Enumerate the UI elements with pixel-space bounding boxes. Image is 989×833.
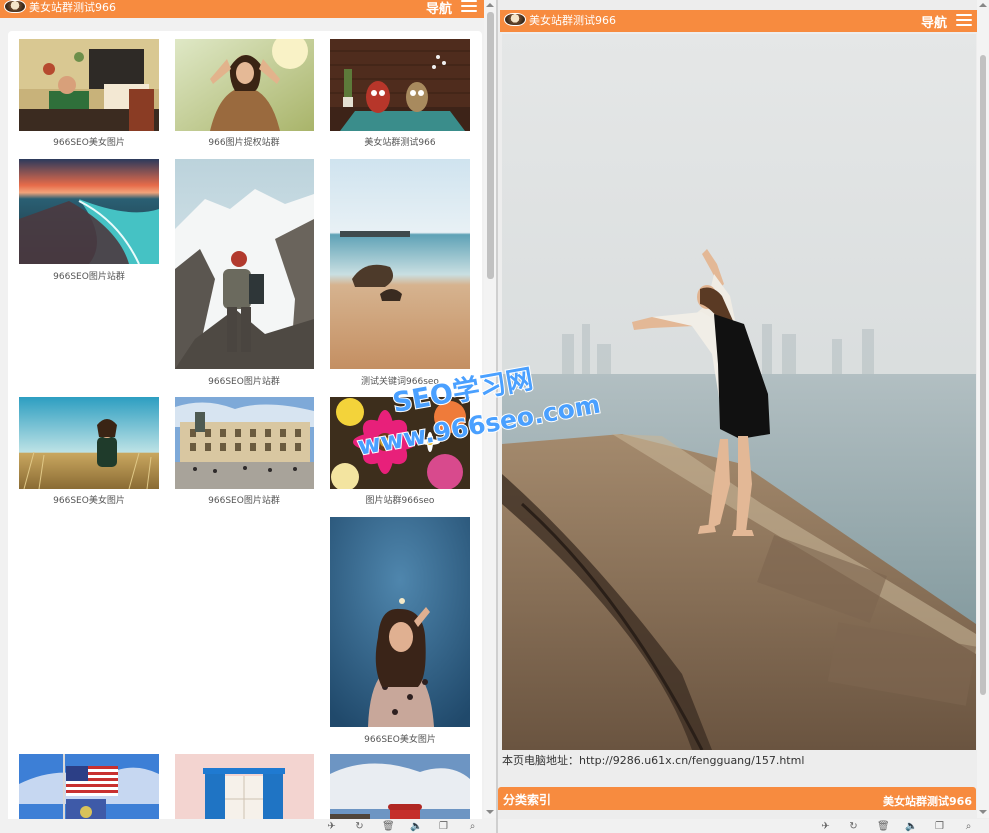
image-gallery: 966SEO美女图片 966图片提权站群 美女站群测试966 966SEO图片站… bbox=[8, 31, 482, 831]
scroll-up-arrow-icon[interactable] bbox=[979, 3, 987, 7]
gallery-caption[interactable]: 图片站群966seo bbox=[330, 493, 470, 506]
rocket-icon[interactable]: ✈ bbox=[820, 821, 831, 832]
gallery-tile[interactable] bbox=[175, 159, 314, 369]
gallery-caption[interactable]: 966SEO图片站群 bbox=[174, 493, 314, 506]
left-status-toolbar: ✈ ↻ 🗑 🔈 ❐ ⌕ bbox=[0, 819, 497, 833]
left-browser-pane: 美女站群测试966 导航 966SEO美女图片 966图片提权站群 美女站群测试… bbox=[0, 0, 497, 833]
photo-hiker-snow-mountain bbox=[175, 159, 314, 369]
right-scrollbar[interactable] bbox=[977, 0, 989, 818]
refresh-icon[interactable]: ↻ bbox=[354, 821, 365, 832]
gallery-caption[interactable]: 966图片提权站群 bbox=[174, 135, 314, 148]
trash-icon[interactable]: 🗑 bbox=[877, 821, 890, 832]
gallery-tile[interactable] bbox=[330, 397, 470, 489]
pc-url-link[interactable]: http://9286.u61x.cn/fengguang/157.html bbox=[579, 754, 804, 767]
right-browser-pane: 美女站群测试966 导航 本页电脑地址：http://9286.u61x.cn/… bbox=[498, 0, 989, 833]
gallery-tile[interactable] bbox=[330, 159, 470, 369]
gallery-caption[interactable]: 966SEO美女图片 bbox=[19, 493, 159, 506]
trash-icon[interactable]: 🗑 bbox=[382, 821, 395, 832]
scroll-up-arrow-icon[interactable] bbox=[486, 3, 494, 7]
volume-icon[interactable]: 🔈 bbox=[410, 821, 422, 832]
nav-label[interactable]: 导航 bbox=[426, 0, 452, 17]
search-icon[interactable]: ⌕ bbox=[963, 821, 974, 832]
gallery-caption[interactable]: 966SEO图片站群 bbox=[19, 269, 159, 282]
right-header-bar: 美女站群测试966 导航 bbox=[500, 10, 978, 32]
photo-woman-wheat-field bbox=[19, 397, 159, 489]
gallery-tile[interactable] bbox=[175, 39, 314, 131]
logo-image-icon bbox=[504, 13, 526, 26]
gallery-tile[interactable] bbox=[19, 39, 159, 131]
gallery-tile[interactable] bbox=[330, 517, 470, 727]
category-site-name[interactable]: 美女站群测试966 bbox=[883, 793, 972, 809]
logo-image-icon bbox=[4, 0, 26, 13]
volume-icon[interactable]: 🔈 bbox=[905, 821, 917, 832]
gallery-tile[interactable] bbox=[330, 39, 470, 131]
hero-photo bbox=[502, 34, 976, 750]
gallery-caption[interactable]: 966SEO美女图片 bbox=[19, 135, 159, 148]
scroll-down-arrow-icon[interactable] bbox=[486, 810, 494, 814]
photo-woman-on-pier bbox=[502, 34, 976, 750]
photo-woman-blue-backdrop bbox=[330, 517, 470, 727]
category-index-title: 分类索引 bbox=[503, 793, 552, 807]
gallery-tile[interactable] bbox=[19, 397, 159, 489]
site-logo[interactable]: 美女站群测试966 bbox=[4, 0, 116, 14]
rocket-icon[interactable]: ✈ bbox=[326, 821, 337, 832]
photo-student-desk bbox=[19, 39, 159, 131]
menu-hamburger-icon[interactable] bbox=[461, 0, 477, 13]
scroll-down-arrow-icon[interactable] bbox=[979, 810, 987, 814]
window-icon[interactable]: ❐ bbox=[438, 821, 449, 832]
photo-pink-flowers bbox=[330, 397, 470, 489]
gallery-caption[interactable]: 966SEO美女图片 bbox=[330, 732, 470, 745]
gallery-tile[interactable] bbox=[19, 159, 159, 264]
nav-label[interactable]: 导航 bbox=[921, 12, 947, 31]
photo-sunset-beach bbox=[19, 159, 159, 264]
window-icon[interactable]: ❐ bbox=[934, 821, 945, 832]
site-name: 美女站群测试966 bbox=[29, 0, 116, 14]
left-header-bar: 美女站群测试966 导航 bbox=[0, 0, 484, 18]
gallery-caption[interactable]: 966SEO图片站群 bbox=[174, 374, 314, 387]
refresh-icon[interactable]: ↻ bbox=[848, 821, 859, 832]
photo-woman-sunlight bbox=[175, 39, 314, 131]
photo-beach-rocks bbox=[330, 159, 470, 369]
photo-egg-figures bbox=[330, 39, 470, 131]
gallery-tile[interactable] bbox=[175, 397, 314, 489]
right-scroll-thumb[interactable] bbox=[980, 55, 986, 695]
left-scroll-thumb[interactable] bbox=[487, 12, 494, 279]
site-logo[interactable]: 美女站群测试966 bbox=[504, 13, 616, 27]
gallery-caption[interactable]: 美女站群测试966 bbox=[330, 135, 470, 148]
photo-palace-square bbox=[175, 397, 314, 489]
search-icon[interactable]: ⌕ bbox=[467, 821, 478, 832]
category-index-bar: 分类索引 美女站群测试966 bbox=[498, 787, 976, 810]
site-name: 美女站群测试966 bbox=[529, 13, 616, 27]
menu-hamburger-icon[interactable] bbox=[956, 14, 972, 27]
pc-url-label: 本页电脑地址： bbox=[502, 754, 579, 767]
pc-url-line: 本页电脑地址：http://9286.u61x.cn/fengguang/157… bbox=[502, 752, 804, 768]
right-status-toolbar: ✈ ↻ 🗑 🔈 ❐ ⌕ bbox=[498, 819, 989, 833]
gallery-caption[interactable]: 测试关键词966seo bbox=[330, 374, 470, 387]
